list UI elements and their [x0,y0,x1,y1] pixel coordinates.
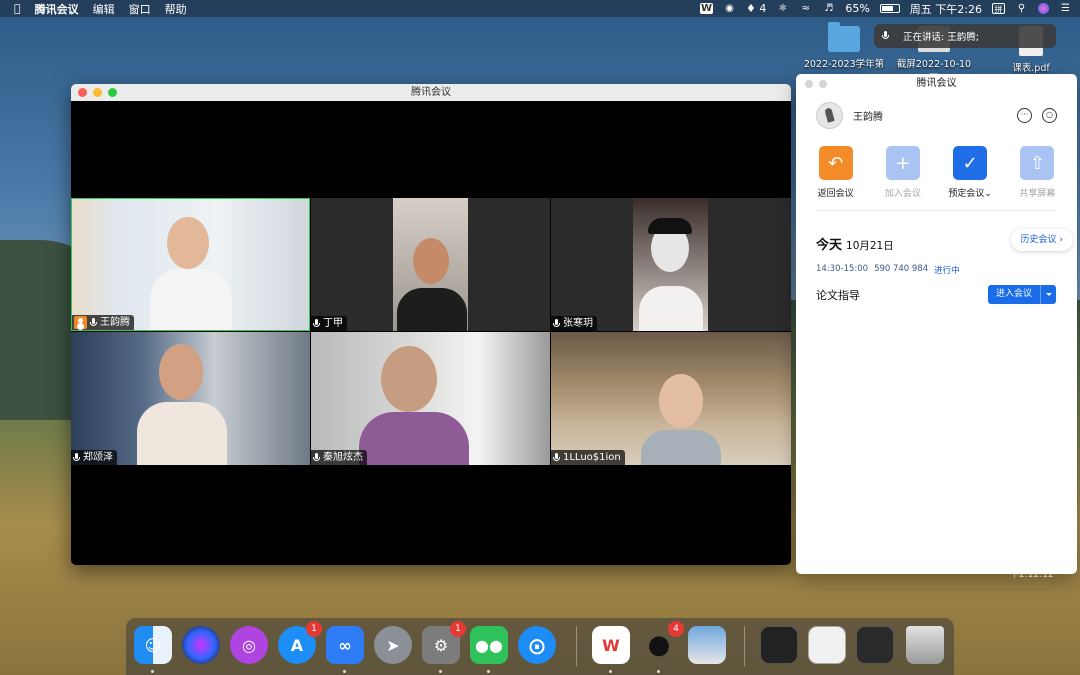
minimize-panel-button[interactable] [819,80,827,88]
minimize-window-button[interactable] [93,88,102,97]
close-window-button[interactable] [78,88,87,97]
volume-icon[interactable]: ♬ [822,3,835,14]
system-preferences-icon[interactable]: ⚙ 1 [422,621,466,664]
history-meetings-button[interactable]: 历史会议 › [1010,229,1073,251]
battery-percent: 65% [845,2,870,15]
search-icon[interactable]: ⚲ [1015,3,1028,14]
video-tile-2[interactable]: 丁甲 [311,198,550,331]
chat-icon[interactable]: ··· [1017,108,1032,123]
today-header: 今天 10月21日 [816,238,894,253]
notification-status[interactable]: ♦ 4 [746,2,766,15]
meeting-id: 590 740 984 [874,264,929,274]
return-icon: ↶ [818,146,853,180]
qq-icon[interactable]: ● 4 [640,621,684,664]
host-icon [74,316,87,329]
preview-icon[interactable] [688,626,726,664]
tencent-meeting-panel: 腾讯会议 王韵腾 ··· ○ ↶ 返回会议 + 加入会议 ✓ 预定会议⌄ ⇧ 共… [796,74,1077,574]
participant-label: 1LLuo$1ion [551,450,625,465]
muted-microphone-icon [553,452,560,463]
zoom-window-button[interactable] [108,88,117,97]
join-meeting-button[interactable]: + 加入会议 [873,146,933,199]
avatar[interactable] [816,102,843,129]
share-screen-button[interactable]: ⇧ 共享屏幕 [1007,146,1067,199]
participant-label: 张寒玥 [551,316,597,331]
panel-titlebar: 腾讯会议 [796,74,1077,94]
share-screen-icon: ⇧ [1020,146,1055,180]
launchpad-icon[interactable]: ➤ [374,626,412,664]
control-center-icon[interactable]: ☰ [1059,3,1072,14]
dock: ☺ ◎ A1 ∞ ➤ ⚙ 1 ●● ⨀ W ● 4 [126,618,954,675]
recent-window-icon[interactable] [760,626,798,664]
menu-help[interactable]: 帮助 [165,1,187,17]
menu-edit[interactable]: 编辑 [93,1,115,17]
wps-icon[interactable]: W [592,626,630,664]
tencent-meeting-icon[interactable]: ∞ [326,626,364,664]
app-store-icon[interactable]: A1 [278,621,322,664]
bell-icon: ♦ [745,2,756,15]
folder-icon [828,22,860,52]
podcasts-icon[interactable]: ◎ [230,626,268,664]
background-clock: 下2:12:12 [1010,570,1054,580]
close-panel-button[interactable] [805,80,813,88]
input-method-icon[interactable]: 拼 [992,3,1005,14]
participant-label: 丁甲 [311,316,347,331]
video-tile-5[interactable]: 秦旭炫杰 [311,332,550,465]
chevron-right-icon: › [1059,235,1063,245]
microphone-icon [313,318,320,329]
muted-microphone-icon [313,452,320,463]
trash-icon[interactable] [906,626,944,664]
microphone-icon [882,31,889,41]
video-tile-1[interactable]: 王韵腾 [71,198,310,331]
meeting-title[interactable]: 论文指导 [816,287,860,303]
divider [816,210,1057,211]
meeting-window-title: 腾讯会议 [411,87,451,98]
microphone-icon [90,317,97,328]
participant-label: 王韵腾 [72,315,134,330]
menu-window[interactable]: 窗口 [129,1,151,17]
muted-microphone-icon [73,452,80,463]
menu-bar:  腾讯会议 编辑 窗口 帮助 W ◉ ♦ 4 ✱ ≈ ♬ 65% 周五 下午2… [0,0,1080,17]
chevron-down-icon[interactable]: ⌄ [984,189,992,199]
recent-window-icon[interactable] [856,626,894,664]
meeting-meta: 14:30-15:00 590 740 984 进行中 [816,264,960,276]
finder-icon[interactable]: ☺ [134,626,172,664]
return-meeting-button[interactable]: ↶ 返回会议 [806,146,866,199]
gear-icon[interactable]: ○ [1042,108,1057,123]
desktop-file-folder[interactable]: 2022-2023学年第 [803,22,885,70]
wps-status-icon[interactable]: W [699,3,713,14]
wechat-status-icon[interactable]: ◉ [723,3,736,14]
meeting-window: 腾讯会议 王韵腾 丁甲 张寒玥 郑颂泽 秦旭炫杰 1LLuo$1ion [71,84,791,565]
apple-menu-icon[interactable]:  [14,2,21,15]
battery-icon[interactable] [879,4,900,13]
calendar-icon: ✓ [953,146,988,180]
participant-label: 郑颂泽 [71,450,117,465]
siri-icon[interactable] [182,626,220,664]
user-profile[interactable]: 王韵腾 [816,102,883,129]
siri-menubar-icon[interactable] [1038,3,1049,14]
muted-microphone-icon [553,318,560,329]
user-name: 王韵腾 [853,112,883,123]
bluetooth-icon[interactable]: ✱ [776,3,789,14]
enter-meeting-dropdown[interactable] [1040,285,1056,304]
clock[interactable]: 周五 下午2:26 [910,1,982,17]
video-tile-3[interactable]: 张寒玥 [551,198,791,331]
wechat-icon[interactable]: ●● [470,626,508,664]
meeting-time: 14:30-15:00 [816,264,869,274]
enter-meeting-button-group: 进入会议 [987,285,1056,304]
participant-label: 秦旭炫杰 [311,450,367,465]
today-date: 10月21日 [846,240,894,252]
plus-icon: + [885,146,920,180]
recent-window-icon[interactable] [808,626,846,664]
video-tile-4[interactable]: 郑颂泽 [71,332,310,465]
safari-icon[interactable]: ⨀ [518,626,556,664]
meeting-status: 进行中 [934,266,960,276]
meeting-titlebar: 腾讯会议 [71,84,791,101]
wifi-icon[interactable]: ≈ [799,3,812,14]
speaking-notification: 正在讲话: 王韵腾; [874,24,1056,48]
enter-meeting-button[interactable]: 进入会议 [987,285,1040,304]
video-tile-6[interactable]: 1LLuo$1ion [551,332,791,465]
schedule-meeting-button[interactable]: ✓ 预定会议⌄ [940,146,1000,199]
app-menu[interactable]: 腾讯会议 [35,1,79,17]
panel-title: 腾讯会议 [916,78,957,89]
